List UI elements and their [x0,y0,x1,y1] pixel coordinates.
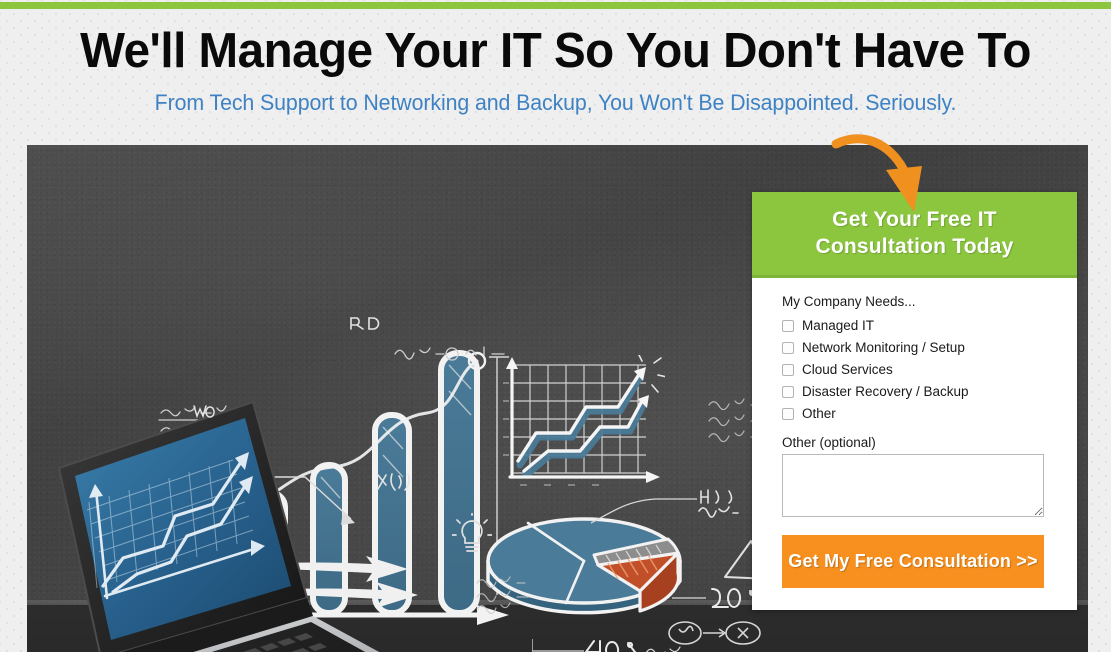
checkbox-row-managed-it[interactable]: Managed IT [782,318,1052,334]
chalk-wo-label [192,403,218,419]
submit-button[interactable]: Get My Free Consultation >> [782,535,1044,588]
chalk-rd-label [347,315,381,333]
page-subtitle: From Tech Support to Networking and Back… [154,90,957,115]
checkbox-cloud-services[interactable] [782,364,794,376]
form-body: My Company Needs... Managed IT Network M… [752,278,1077,610]
other-textarea[interactable] [782,454,1044,517]
header-block: We'll Manage Your IT So You Don't Have T… [0,22,1111,116]
lead-capture-form: Get Your Free IT Consultation Today My C… [752,192,1077,610]
other-field-label: Other (optional) [782,435,876,450]
checkbox-label-network-monitoring: Network Monitoring / Setup [802,340,965,355]
checkbox-label-disaster-recovery: Disaster Recovery / Backup [802,384,969,399]
laptop-image [45,390,465,652]
checkbox-other[interactable] [782,408,794,420]
top-accent-bar [0,2,1111,9]
chalk-left-notes-text [475,575,565,615]
checkbox-row-disaster-recovery[interactable]: Disaster Recovery / Backup [782,384,1052,400]
page-title: We'll Manage Your IT So You Don't Have T… [80,24,1031,78]
checkbox-disaster-recovery[interactable] [782,386,794,398]
checkbox-label-other: Other [802,406,836,421]
checkbox-row-cloud-services[interactable]: Cloud Services [782,362,1052,378]
company-needs-label: My Company Needs... [782,294,916,309]
curved-down-arrow-icon [830,122,940,218]
chalk-node-diagram-icon [667,615,763,649]
checkbox-row-other[interactable]: Other [782,406,1052,422]
chalk-callout-40mm [589,475,739,525]
checkbox-label-cloud-services: Cloud Services [802,362,893,377]
checkbox-row-network-monitoring[interactable]: Network Monitoring / Setup [782,340,1052,356]
chalk-line-chart-icon [490,355,665,495]
checkbox-network-monitoring[interactable] [782,342,794,354]
checkbox-managed-it[interactable] [782,320,794,332]
checkbox-label-managed-it: Managed IT [802,318,875,333]
